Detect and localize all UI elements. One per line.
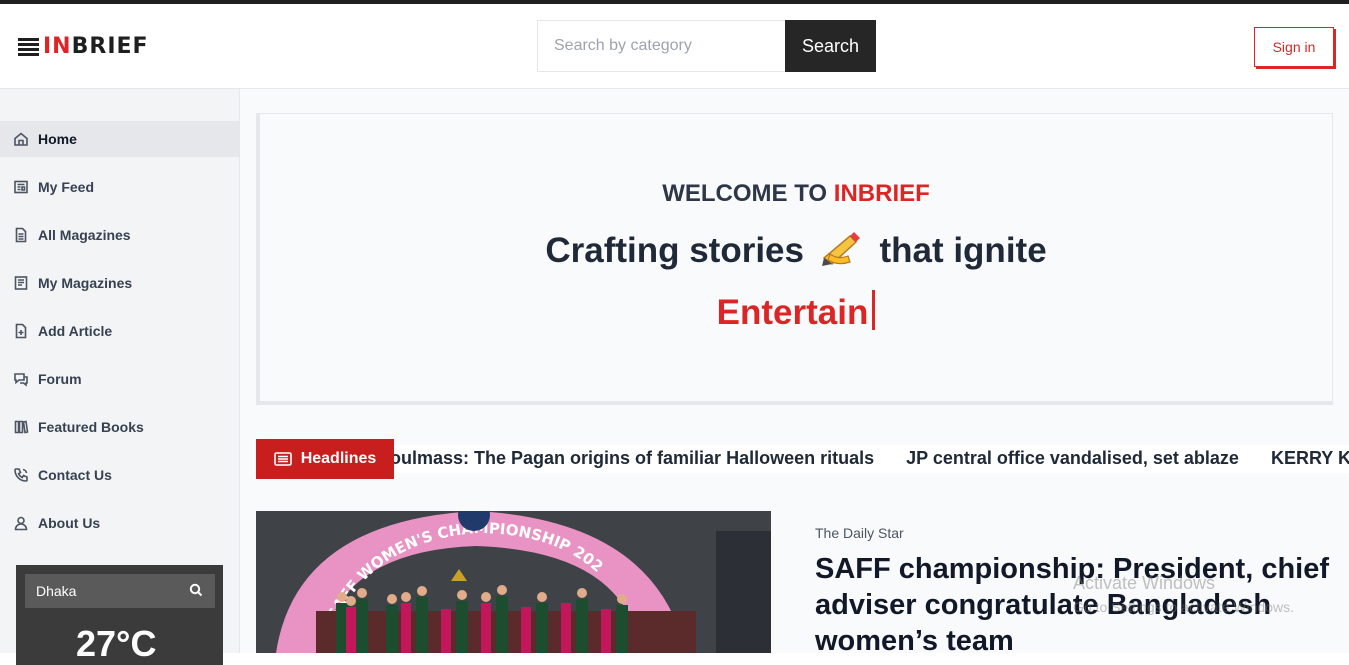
hero-title: Crafting stories that ignite	[260, 230, 1332, 277]
top-header: INBRIEF Search Sign in	[0, 4, 1349, 89]
search-input[interactable]	[537, 20, 785, 72]
sidebar-item-label: Add Article	[38, 323, 113, 339]
ticker-bar: oulmass: The Pagan origins of familiar H…	[394, 445, 1349, 473]
user-icon	[12, 514, 30, 532]
newspaper-icon	[273, 452, 292, 466]
weather-widget: Dhaka 27°C	[16, 565, 223, 665]
typing-caret	[872, 290, 876, 330]
weather-city: Dhaka	[36, 583, 77, 599]
writing-hand-icon	[820, 230, 864, 277]
hero-title-start: Crafting stories	[545, 231, 804, 270]
sidebar-item-label: About Us	[38, 515, 101, 531]
search-bar: Search	[537, 20, 876, 72]
logo-text-dark: BRIEF	[71, 34, 149, 59]
headlines-badge: Headlines	[256, 439, 394, 479]
sidebar-item-my-feed[interactable]: My Feed	[0, 169, 239, 205]
sidebar-item-featured-books[interactable]: Featured Books	[0, 409, 239, 445]
sidebar-item-label: All Magazines	[38, 227, 131, 243]
logo-bars-icon	[18, 37, 39, 56]
sidebar-item-contact-us[interactable]: Contact Us	[0, 457, 239, 493]
ticker-item[interactable]: KERRY KI	[1271, 448, 1349, 468]
logo[interactable]: INBRIEF	[18, 34, 149, 59]
home-icon	[12, 130, 30, 148]
forum-icon	[12, 370, 30, 388]
sidebar-item-label: Forum	[38, 371, 82, 387]
sidebar-item-home[interactable]: Home	[0, 121, 239, 157]
logo-text-red: IN	[43, 34, 72, 59]
headline-ticker: oulmass: The Pagan origins of familiar H…	[256, 439, 1349, 479]
sidebar-item-label: Home	[38, 131, 77, 147]
hero-banner: WELCOME TO INBRIEF Crafting stories that…	[256, 113, 1333, 405]
books-icon	[12, 418, 30, 436]
sidebar-item-label: My Feed	[38, 179, 95, 195]
sidebar-item-forum[interactable]: Forum	[0, 361, 239, 397]
ticker-item[interactable]: oulmass: The Pagan origins of familiar H…	[394, 448, 874, 468]
hero-kicker-prefix: WELCOME TO	[662, 180, 834, 207]
hero-title-end: that ignite	[879, 231, 1047, 270]
hero-rotating-word: Entertain	[716, 293, 869, 332]
article-source[interactable]: The Daily Star	[815, 525, 904, 541]
sidebar-item-my-magazines[interactable]: My Magazines	[0, 265, 239, 301]
magazine-icon	[12, 226, 30, 244]
activate-windows-title: Activate Windows	[1073, 573, 1216, 593]
feed-icon	[12, 178, 30, 196]
main-content: WELCOME TO INBRIEF Crafting stories that…	[240, 89, 1349, 657]
headlines-label: Headlines	[300, 450, 377, 467]
article-image[interactable]: SAFF WOMEN'S CHAMPIONSHIP 202	[256, 511, 771, 653]
sidebar: Home My Feed All Magazines My Magazines …	[0, 89, 240, 665]
add-article-icon	[12, 322, 30, 340]
my-magazine-icon	[12, 274, 30, 292]
phone-icon	[12, 466, 30, 484]
ticker-item[interactable]: JP central office vandalised, set ablaze	[906, 448, 1239, 468]
sidebar-item-label: My Magazines	[38, 275, 133, 291]
hero-kicker: WELCOME TO INBRIEF	[260, 180, 1332, 208]
weather-city-field[interactable]: Dhaka	[25, 574, 215, 608]
sign-in-button[interactable]: Sign in	[1254, 27, 1334, 67]
sidebar-item-about-us[interactable]: About Us	[0, 505, 239, 541]
sidebar-item-add-article[interactable]: Add Article	[0, 313, 239, 349]
search-icon[interactable]	[189, 583, 203, 600]
search-button[interactable]: Search	[785, 20, 876, 72]
hero-rotating-text: Entertain	[260, 290, 1332, 333]
ticker-track: oulmass: The Pagan origins of familiar H…	[394, 448, 1349, 469]
sidebar-item-label: Contact Us	[38, 467, 112, 483]
activate-windows-subtitle: Go to Settings to activate Windows.	[1073, 599, 1294, 615]
hero-kicker-brand: INBRIEF	[833, 180, 930, 207]
sidebar-item-label: Featured Books	[38, 419, 144, 435]
sidebar-item-all-magazines[interactable]: All Magazines	[0, 217, 239, 253]
weather-temperature: 27°C	[76, 623, 157, 664]
